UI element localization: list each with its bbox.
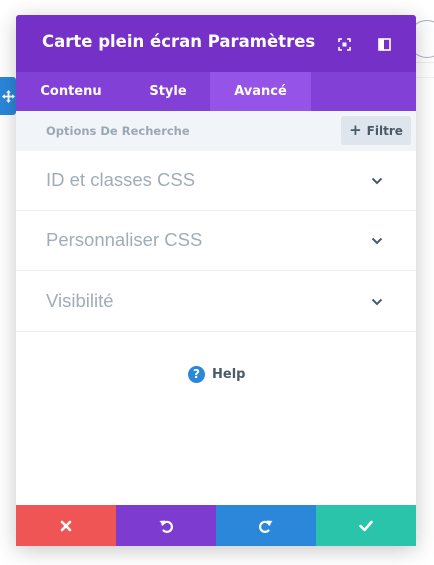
tab-avance[interactable]: Avancé bbox=[210, 72, 311, 111]
close-icon bbox=[60, 520, 72, 531]
save-button[interactable] bbox=[316, 505, 416, 546]
section-title: Visibilité bbox=[46, 290, 114, 311]
move-icon bbox=[1, 89, 15, 103]
tab-contenu[interactable]: Contenu bbox=[16, 72, 126, 111]
background-divider bbox=[416, 62, 434, 78]
chevron-down-icon bbox=[371, 298, 383, 306]
fullscreen-icon[interactable] bbox=[334, 34, 354, 54]
section-title: Personnaliser CSS bbox=[46, 229, 203, 250]
redo-button[interactable] bbox=[216, 505, 316, 546]
move-handle[interactable] bbox=[0, 77, 16, 115]
tab-style[interactable]: Style bbox=[126, 72, 210, 111]
undo-button[interactable] bbox=[116, 505, 216, 546]
modal-footer bbox=[16, 505, 416, 546]
redo-icon bbox=[259, 520, 273, 533]
search-input[interactable]: Options De Recherche bbox=[46, 124, 190, 138]
help-icon: ? bbox=[188, 365, 205, 383]
help-label: Help bbox=[212, 366, 246, 382]
filter-label: Filtre bbox=[366, 123, 403, 138]
check-icon bbox=[359, 520, 373, 531]
section-id-classes-css[interactable]: ID et classes CSS bbox=[16, 151, 416, 211]
cancel-button[interactable] bbox=[16, 505, 116, 546]
section-visibilite[interactable]: Visibilité bbox=[16, 272, 416, 332]
search-bar: Options De Recherche + Filtre bbox=[16, 111, 416, 151]
chevron-down-icon bbox=[371, 177, 383, 185]
modal-header: Carte plein écran Paramètres bbox=[16, 15, 416, 72]
section-personnaliser-css[interactable]: Personnaliser CSS bbox=[16, 211, 416, 271]
settings-modal: Carte plein écran Paramètres Contenu Sty… bbox=[16, 15, 416, 546]
help-link[interactable]: ? Help bbox=[188, 365, 245, 383]
plus-icon: + bbox=[349, 121, 362, 139]
tab-bar: Contenu Style Avancé bbox=[16, 72, 416, 111]
undo-icon bbox=[159, 520, 173, 533]
chevron-down-icon bbox=[371, 237, 383, 245]
filter-button[interactable]: + Filtre bbox=[341, 116, 411, 145]
sidebar-toggle-icon[interactable] bbox=[374, 34, 394, 54]
section-title: ID et classes CSS bbox=[46, 169, 196, 190]
modal-title: Carte plein écran Paramètres bbox=[42, 32, 316, 51]
